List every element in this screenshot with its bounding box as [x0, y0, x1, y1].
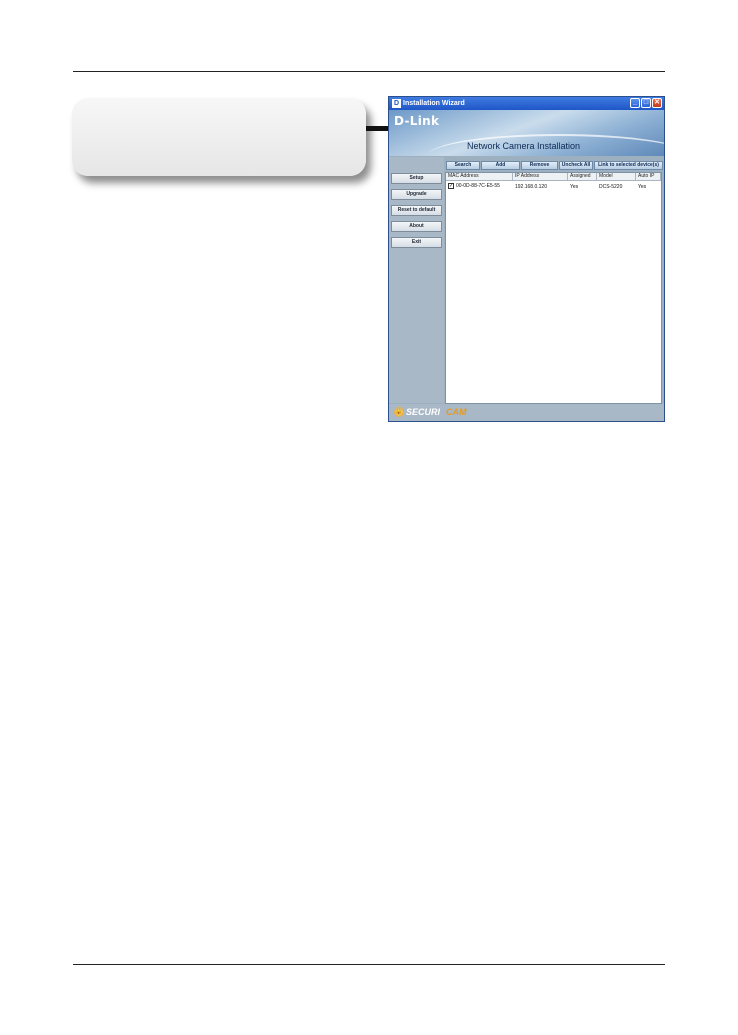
- column-header-auto-ip[interactable]: Auto IP: [636, 173, 661, 181]
- device-list: MAC Address IP Address Assigned Model Au…: [445, 172, 662, 404]
- link-to-selected-devices-button[interactable]: Link to selected device(s): [594, 161, 663, 170]
- window-title: Installation Wizard: [403, 100, 465, 107]
- search-button[interactable]: Search: [446, 161, 480, 170]
- setup-button[interactable]: Setup: [391, 173, 442, 184]
- cell-assigned: Yes: [570, 184, 579, 190]
- top-rule: [73, 71, 665, 72]
- cell-model: DCS-5220: [599, 184, 623, 190]
- uncheck-all-button[interactable]: Uncheck All: [559, 161, 593, 170]
- securicam-logo-part2: CAM: [446, 407, 467, 417]
- column-header-ip[interactable]: IP Address: [513, 173, 568, 181]
- column-header-model[interactable]: Model: [597, 173, 636, 181]
- footer-bar: 🔒 SECURI CAM: [389, 404, 664, 421]
- installation-wizard-window: D Installation Wizard _ □ ✕ D-Link Netwo…: [388, 96, 665, 422]
- sidebar: Setup Upgrade Reset to default About Exi…: [389, 157, 444, 403]
- device-checkbox[interactable]: ✓: [448, 183, 454, 189]
- upgrade-button[interactable]: Upgrade: [391, 189, 442, 200]
- reset-to-default-button[interactable]: Reset to default: [391, 205, 442, 216]
- exit-button[interactable]: Exit: [391, 237, 442, 248]
- close-button[interactable]: ✕: [652, 98, 662, 108]
- maximize-button[interactable]: □: [641, 98, 651, 108]
- title-bar: D Installation Wizard _ □ ✕: [389, 97, 664, 110]
- callout-box: [72, 98, 366, 176]
- about-button[interactable]: About: [391, 221, 442, 232]
- bottom-rule: [73, 964, 665, 965]
- column-header-assigned[interactable]: Assigned: [568, 173, 597, 181]
- cell-mac: 00-0D-88-7C-E5-55: [456, 183, 500, 189]
- column-header-mac[interactable]: MAC Address: [446, 173, 513, 181]
- remove-button[interactable]: Remove: [521, 161, 558, 170]
- minimize-button[interactable]: _: [630, 98, 640, 108]
- securicam-logo-part1: SECURI: [406, 407, 441, 417]
- add-button[interactable]: Add: [481, 161, 520, 170]
- cell-ip: 192.168.0.120: [515, 184, 547, 190]
- dlink-logo: D-Link: [394, 114, 440, 128]
- banner-subtitle: Network Camera Installation: [467, 141, 581, 151]
- dlink-app-icon: D: [392, 99, 401, 108]
- lock-icon: 🔒: [394, 407, 404, 417]
- header-banner: D-Link Network Camera Installation: [389, 110, 664, 156]
- cell-auto-ip: Yes: [638, 184, 647, 190]
